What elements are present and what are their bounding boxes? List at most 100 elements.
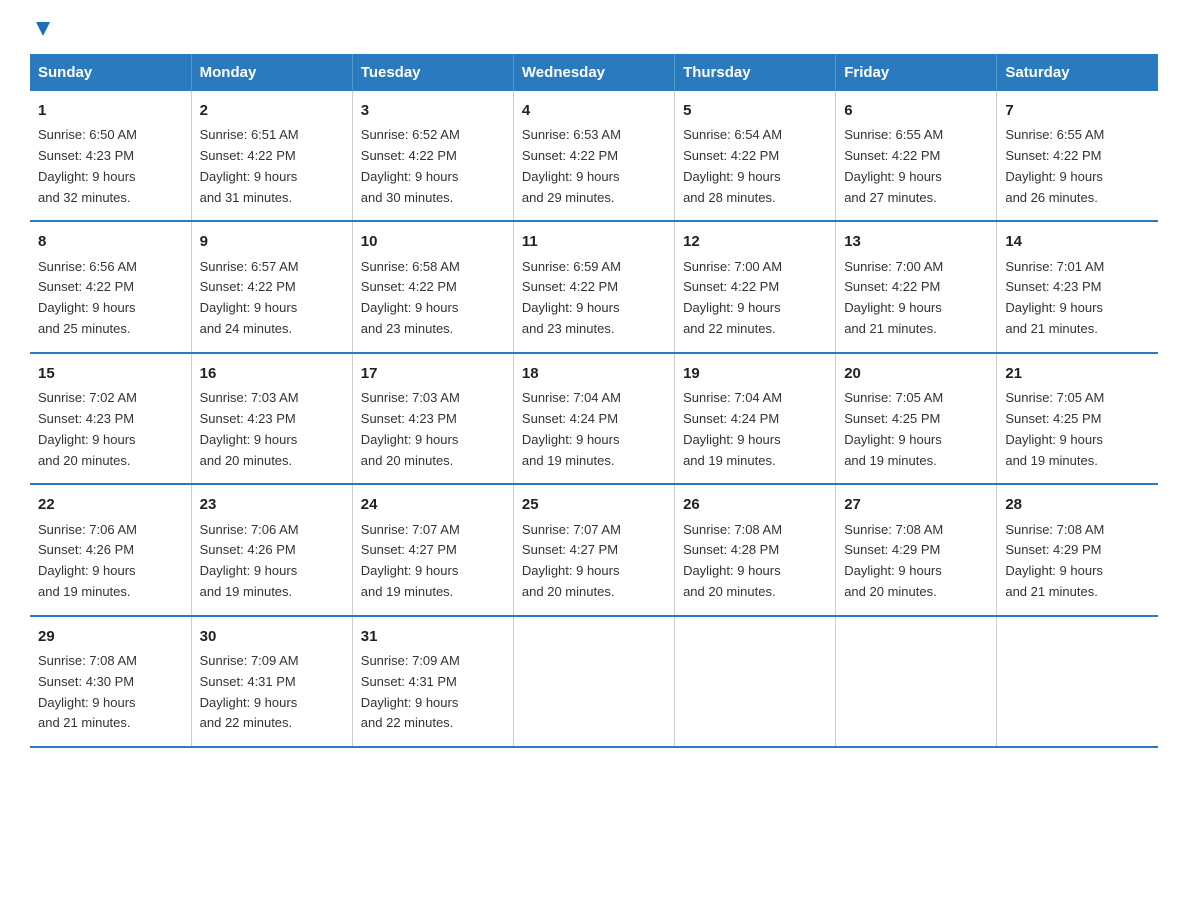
- day-info: Sunrise: 7:06 AM Sunset: 4:26 PM Dayligh…: [200, 520, 344, 603]
- day-number: 2: [200, 99, 344, 122]
- weekday-header-thursday: Thursday: [675, 54, 836, 91]
- day-number: 20: [844, 362, 988, 385]
- day-info: Sunrise: 7:05 AM Sunset: 4:25 PM Dayligh…: [844, 388, 988, 471]
- calendar-cell: 13 Sunrise: 7:00 AM Sunset: 4:22 PM Dayl…: [836, 221, 997, 352]
- calendar-cell: 28 Sunrise: 7:08 AM Sunset: 4:29 PM Dayl…: [997, 484, 1158, 615]
- calendar-cell: 21 Sunrise: 7:05 AM Sunset: 4:25 PM Dayl…: [997, 353, 1158, 484]
- day-info: Sunrise: 7:08 AM Sunset: 4:30 PM Dayligh…: [38, 651, 183, 734]
- day-number: 10: [361, 230, 505, 253]
- logo: [30, 20, 54, 34]
- day-number: 22: [38, 493, 183, 516]
- day-number: 8: [38, 230, 183, 253]
- day-info: Sunrise: 6:59 AM Sunset: 4:22 PM Dayligh…: [522, 257, 666, 340]
- calendar-cell: 8 Sunrise: 6:56 AM Sunset: 4:22 PM Dayli…: [30, 221, 191, 352]
- calendar-cell: 4 Sunrise: 6:53 AM Sunset: 4:22 PM Dayli…: [513, 91, 674, 221]
- calendar-week-row: 15 Sunrise: 7:02 AM Sunset: 4:23 PM Dayl…: [30, 353, 1158, 484]
- day-info: Sunrise: 6:51 AM Sunset: 4:22 PM Dayligh…: [200, 125, 344, 208]
- day-info: Sunrise: 7:08 AM Sunset: 4:28 PM Dayligh…: [683, 520, 827, 603]
- calendar-cell: 9 Sunrise: 6:57 AM Sunset: 4:22 PM Dayli…: [191, 221, 352, 352]
- day-info: Sunrise: 7:03 AM Sunset: 4:23 PM Dayligh…: [200, 388, 344, 471]
- day-number: 30: [200, 625, 344, 648]
- calendar-cell: 1 Sunrise: 6:50 AM Sunset: 4:23 PM Dayli…: [30, 91, 191, 221]
- weekday-header-friday: Friday: [836, 54, 997, 91]
- day-number: 27: [844, 493, 988, 516]
- weekday-header-saturday: Saturday: [997, 54, 1158, 91]
- calendar-cell: 27 Sunrise: 7:08 AM Sunset: 4:29 PM Dayl…: [836, 484, 997, 615]
- day-info: Sunrise: 6:53 AM Sunset: 4:22 PM Dayligh…: [522, 125, 666, 208]
- calendar-cell: 25 Sunrise: 7:07 AM Sunset: 4:27 PM Dayl…: [513, 484, 674, 615]
- weekday-header-sunday: Sunday: [30, 54, 191, 91]
- calendar-cell: 20 Sunrise: 7:05 AM Sunset: 4:25 PM Dayl…: [836, 353, 997, 484]
- calendar-cell: 2 Sunrise: 6:51 AM Sunset: 4:22 PM Dayli…: [191, 91, 352, 221]
- day-number: 13: [844, 230, 988, 253]
- day-number: 9: [200, 230, 344, 253]
- calendar-cell: [675, 616, 836, 747]
- calendar-cell: 15 Sunrise: 7:02 AM Sunset: 4:23 PM Dayl…: [30, 353, 191, 484]
- calendar-week-row: 29 Sunrise: 7:08 AM Sunset: 4:30 PM Dayl…: [30, 616, 1158, 747]
- weekday-header-wednesday: Wednesday: [513, 54, 674, 91]
- calendar-cell: 11 Sunrise: 6:59 AM Sunset: 4:22 PM Dayl…: [513, 221, 674, 352]
- day-info: Sunrise: 7:08 AM Sunset: 4:29 PM Dayligh…: [1005, 520, 1150, 603]
- day-info: Sunrise: 6:54 AM Sunset: 4:22 PM Dayligh…: [683, 125, 827, 208]
- calendar-cell: 12 Sunrise: 7:00 AM Sunset: 4:22 PM Dayl…: [675, 221, 836, 352]
- day-number: 21: [1005, 362, 1150, 385]
- calendar-cell: 3 Sunrise: 6:52 AM Sunset: 4:22 PM Dayli…: [352, 91, 513, 221]
- day-info: Sunrise: 6:50 AM Sunset: 4:23 PM Dayligh…: [38, 125, 183, 208]
- calendar-week-row: 1 Sunrise: 6:50 AM Sunset: 4:23 PM Dayli…: [30, 91, 1158, 221]
- calendar-cell: [513, 616, 674, 747]
- day-info: Sunrise: 7:08 AM Sunset: 4:29 PM Dayligh…: [844, 520, 988, 603]
- day-info: Sunrise: 6:55 AM Sunset: 4:22 PM Dayligh…: [844, 125, 988, 208]
- day-info: Sunrise: 7:07 AM Sunset: 4:27 PM Dayligh…: [361, 520, 505, 603]
- calendar-cell: 30 Sunrise: 7:09 AM Sunset: 4:31 PM Dayl…: [191, 616, 352, 747]
- day-info: Sunrise: 7:09 AM Sunset: 4:31 PM Dayligh…: [361, 651, 505, 734]
- day-number: 19: [683, 362, 827, 385]
- day-number: 1: [38, 99, 183, 122]
- calendar-cell: 6 Sunrise: 6:55 AM Sunset: 4:22 PM Dayli…: [836, 91, 997, 221]
- day-number: 6: [844, 99, 988, 122]
- day-number: 12: [683, 230, 827, 253]
- day-info: Sunrise: 7:04 AM Sunset: 4:24 PM Dayligh…: [522, 388, 666, 471]
- weekday-header-monday: Monday: [191, 54, 352, 91]
- day-info: Sunrise: 6:56 AM Sunset: 4:22 PM Dayligh…: [38, 257, 183, 340]
- calendar-cell: [836, 616, 997, 747]
- day-number: 11: [522, 230, 666, 253]
- calendar-cell: 29 Sunrise: 7:08 AM Sunset: 4:30 PM Dayl…: [30, 616, 191, 747]
- day-number: 26: [683, 493, 827, 516]
- day-number: 23: [200, 493, 344, 516]
- calendar-cell: 23 Sunrise: 7:06 AM Sunset: 4:26 PM Dayl…: [191, 484, 352, 615]
- day-number: 3: [361, 99, 505, 122]
- day-info: Sunrise: 7:09 AM Sunset: 4:31 PM Dayligh…: [200, 651, 344, 734]
- day-number: 15: [38, 362, 183, 385]
- calendar-cell: 17 Sunrise: 7:03 AM Sunset: 4:23 PM Dayl…: [352, 353, 513, 484]
- calendar-cell: 24 Sunrise: 7:07 AM Sunset: 4:27 PM Dayl…: [352, 484, 513, 615]
- calendar-cell: 22 Sunrise: 7:06 AM Sunset: 4:26 PM Dayl…: [30, 484, 191, 615]
- calendar-cell: 16 Sunrise: 7:03 AM Sunset: 4:23 PM Dayl…: [191, 353, 352, 484]
- day-number: 28: [1005, 493, 1150, 516]
- day-info: Sunrise: 7:02 AM Sunset: 4:23 PM Dayligh…: [38, 388, 183, 471]
- calendar-week-row: 8 Sunrise: 6:56 AM Sunset: 4:22 PM Dayli…: [30, 221, 1158, 352]
- day-number: 29: [38, 625, 183, 648]
- logo-arrow-icon: [32, 18, 54, 40]
- day-number: 17: [361, 362, 505, 385]
- day-number: 25: [522, 493, 666, 516]
- calendar-week-row: 22 Sunrise: 7:06 AM Sunset: 4:26 PM Dayl…: [30, 484, 1158, 615]
- day-info: Sunrise: 7:07 AM Sunset: 4:27 PM Dayligh…: [522, 520, 666, 603]
- day-info: Sunrise: 6:52 AM Sunset: 4:22 PM Dayligh…: [361, 125, 505, 208]
- calendar-cell: 18 Sunrise: 7:04 AM Sunset: 4:24 PM Dayl…: [513, 353, 674, 484]
- calendar-cell: 26 Sunrise: 7:08 AM Sunset: 4:28 PM Dayl…: [675, 484, 836, 615]
- calendar-cell: 14 Sunrise: 7:01 AM Sunset: 4:23 PM Dayl…: [997, 221, 1158, 352]
- day-info: Sunrise: 7:03 AM Sunset: 4:23 PM Dayligh…: [361, 388, 505, 471]
- weekday-header-row: SundayMondayTuesdayWednesdayThursdayFrid…: [30, 54, 1158, 91]
- calendar-table: SundayMondayTuesdayWednesdayThursdayFrid…: [30, 54, 1158, 748]
- day-info: Sunrise: 6:58 AM Sunset: 4:22 PM Dayligh…: [361, 257, 505, 340]
- calendar-cell: 7 Sunrise: 6:55 AM Sunset: 4:22 PM Dayli…: [997, 91, 1158, 221]
- day-number: 16: [200, 362, 344, 385]
- day-number: 4: [522, 99, 666, 122]
- day-number: 24: [361, 493, 505, 516]
- day-info: Sunrise: 6:55 AM Sunset: 4:22 PM Dayligh…: [1005, 125, 1150, 208]
- calendar-cell: 10 Sunrise: 6:58 AM Sunset: 4:22 PM Dayl…: [352, 221, 513, 352]
- day-number: 14: [1005, 230, 1150, 253]
- day-number: 18: [522, 362, 666, 385]
- calendar-cell: [997, 616, 1158, 747]
- day-info: Sunrise: 7:01 AM Sunset: 4:23 PM Dayligh…: [1005, 257, 1150, 340]
